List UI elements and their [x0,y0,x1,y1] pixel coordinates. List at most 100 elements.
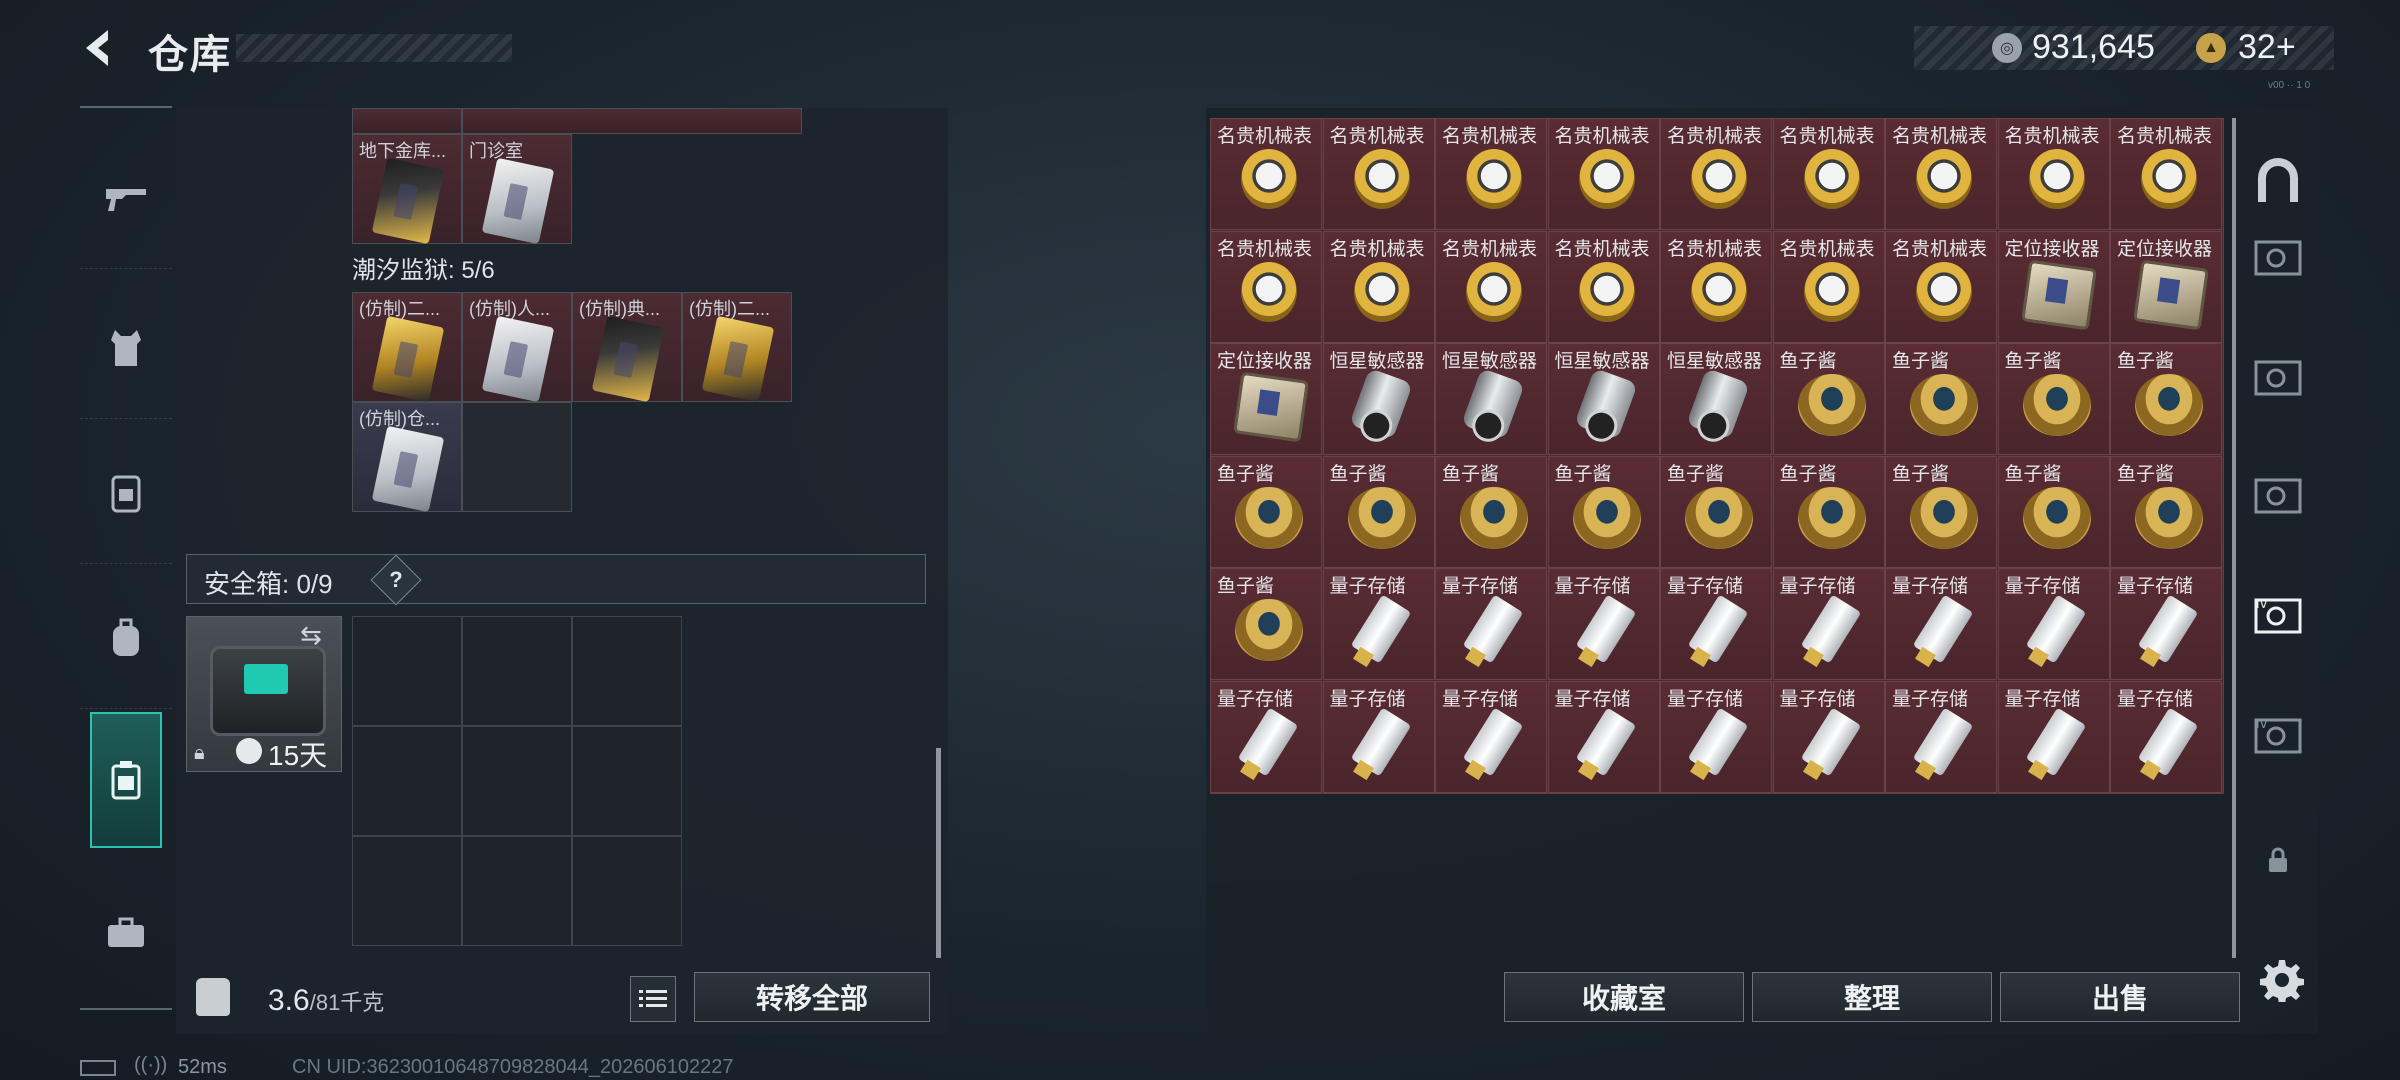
warehouse-item[interactable]: 恒星敏感器 [1547,343,1660,455]
tab-warehouse-1[interactable] [2248,228,2308,288]
warehouse-item[interactable]: 量子存储 [2110,568,2222,680]
tab-warehouse-2[interactable] [2248,348,2308,408]
tab-warehouse-4[interactable]: IV [2248,586,2308,646]
warehouse-item[interactable]: 量子存储 [1997,568,2110,680]
warehouse-item[interactable]: 量子存储 [1660,680,1772,793]
container-card-slot[interactable]: (仿制)仓... [352,402,462,513]
settings-button[interactable] [2254,952,2310,1008]
warehouse-item[interactable]: 名贵机械表 [1210,118,1322,230]
warehouse-item[interactable]: 名贵机械表 [1210,230,1322,343]
caviar-icon [2022,374,2091,436]
warehouse-item[interactable]: 名贵机械表 [1660,230,1772,343]
warehouse-item[interactable]: 名贵机械表 [1772,230,1885,343]
warehouse-item[interactable]: 鱼子酱 [1772,455,1885,568]
safebox-slot[interactable] [352,616,462,726]
nav-backpack[interactable] [80,568,172,709]
safebox-slot[interactable] [572,726,682,836]
warehouse-item[interactable]: 鱼子酱 [1210,568,1322,680]
warehouse-item[interactable]: 鱼子酱 [2110,343,2222,455]
left-scrollbar[interactable] [936,748,941,958]
safebox-slot[interactable] [352,726,462,836]
warehouse-item[interactable]: 名贵机械表 [1547,118,1660,230]
warehouse-item[interactable]: 名贵机械表 [1885,230,1997,343]
warehouse-item[interactable]: 名贵机械表 [2110,118,2222,230]
warehouse-item[interactable]: 定位接收器 [1210,343,1322,455]
warehouse-item[interactable]: 鱼子酱 [1210,455,1322,568]
empty-card-slot[interactable] [462,402,572,512]
item-label: 量子存储 [1667,688,1744,710]
tab-warehouse-5[interactable]: IV [2248,706,2308,766]
warehouse-item[interactable]: 鱼子酱 [1322,455,1435,568]
warehouse-item[interactable]: 名贵机械表 [1435,230,1547,343]
warehouse-item[interactable]: 名贵机械表 [1322,230,1435,343]
sort-button[interactable]: 整理 [1752,972,1992,1022]
usb-icon [1462,707,1524,776]
warehouse-item[interactable]: 恒星敏感器 [1322,343,1435,455]
warehouse-item[interactable]: 量子存储 [1435,680,1547,793]
swap-icon[interactable]: ⇆ [300,620,322,651]
safebox-slot[interactable] [462,726,572,836]
warehouse-item[interactable]: 鱼子酱 [1435,455,1547,568]
warehouse-item[interactable]: 量子存储 [1435,568,1547,680]
warehouse-item[interactable]: 鱼子酱 [1772,343,1885,455]
warehouse-item[interactable]: 名贵机械表 [1322,118,1435,230]
warehouse-item[interactable]: 名贵机械表 [1885,118,1997,230]
warehouse-item[interactable]: 恒星敏感器 [1435,343,1547,455]
nav-case[interactable] [80,863,172,1003]
warehouse-item[interactable]: 定位接收器 [1997,230,2110,343]
warehouse-item[interactable]: 量子存储 [1322,680,1435,793]
back-arrow-icon[interactable] [78,26,122,70]
warehouse-item[interactable]: 量子存储 [1322,568,1435,680]
tab-home[interactable] [2248,150,2308,210]
warehouse-item[interactable]: 鱼子酱 [1547,455,1660,568]
safebox-slot[interactable] [572,616,682,726]
container-card-slot[interactable]: (仿制)人... [462,292,572,403]
warehouse-item[interactable]: 鱼子酱 [1660,455,1772,568]
warehouse-item[interactable]: 鱼子酱 [2110,455,2222,568]
nav-chest-rig[interactable] [80,423,172,564]
nav-armor[interactable] [80,278,172,419]
container-card-slot[interactable]: (仿制)二... [682,292,792,403]
transfer-all-button[interactable]: 转移全部 [694,972,930,1022]
list-view-button[interactable] [630,976,676,1022]
warehouse-item[interactable]: 恒星敏感器 [1660,343,1772,455]
tab-warehouse-3[interactable] [2248,466,2308,526]
collection-room-button[interactable]: 收藏室 [1504,972,1744,1022]
warehouse-item[interactable]: 鱼子酱 [1997,455,2110,568]
warehouse-item[interactable]: 名贵机械表 [1435,118,1547,230]
warehouse-item[interactable]: 量子存储 [1547,680,1660,793]
warehouse-item[interactable]: 量子存储 [1885,680,1997,793]
warehouse-item[interactable]: 名贵机械表 [1772,118,1885,230]
container-card-slot[interactable]: (仿制)二... [352,292,462,403]
warehouse-item[interactable]: 名贵机械表 [1997,118,2110,230]
right-scrollbar[interactable] [2232,118,2236,958]
ticket-balance[interactable]: 32+ [2238,28,2296,67]
safebox-slot[interactable] [572,836,682,946]
warehouse-item[interactable]: 名贵机械表 [1660,118,1772,230]
warehouse-item[interactable]: 量子存储 [2110,680,2222,793]
warehouse-item[interactable]: 鱼子酱 [1997,343,2110,455]
sell-button[interactable]: 出售 [2000,972,2240,1022]
safebox-slot[interactable] [462,836,572,946]
warehouse-item[interactable]: 量子存储 [1210,680,1322,793]
safebox-slot[interactable] [462,616,572,726]
container-card-slot[interactable]: (仿制)典... [572,292,682,403]
container-slot[interactable] [462,108,802,134]
warehouse-item[interactable]: 名贵机械表 [1547,230,1660,343]
warehouse-item[interactable]: 定位接收器 [2110,230,2222,343]
tab-locked[interactable] [2248,830,2308,890]
warehouse-item[interactable]: 量子存储 [1660,568,1772,680]
container-slot[interactable] [352,108,462,134]
warehouse-item[interactable]: 鱼子酱 [1885,455,1997,568]
warehouse-item[interactable]: 量子存储 [1547,568,1660,680]
container-card-slot[interactable]: 门诊室 [462,134,572,245]
safebox-slot[interactable] [352,836,462,946]
nav-weapon[interactable] [80,128,172,269]
nav-container[interactable] [90,712,162,848]
warehouse-item[interactable]: 量子存储 [1772,568,1885,680]
warehouse-item[interactable]: 鱼子酱 [1885,343,1997,455]
warehouse-item[interactable]: 量子存储 [1772,680,1885,793]
container-card-slot[interactable]: 地下金库... [352,134,462,245]
warehouse-item[interactable]: 量子存储 [1885,568,1997,680]
warehouse-item[interactable]: 量子存储 [1997,680,2110,793]
